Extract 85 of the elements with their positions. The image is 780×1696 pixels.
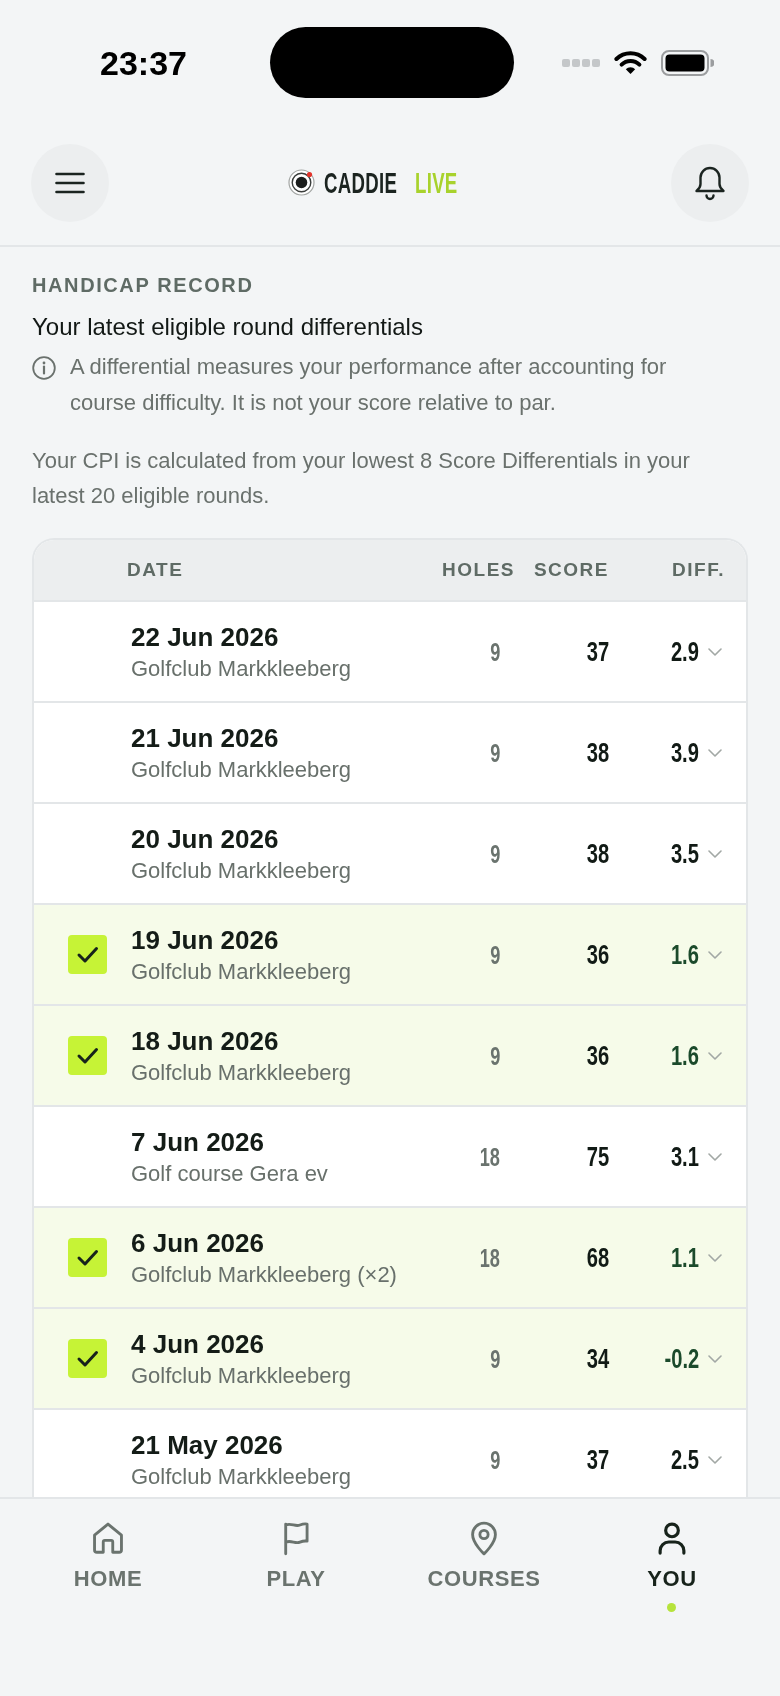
round-date: 21 Jun 2026 bbox=[131, 722, 279, 754]
differential-value: 1.1 bbox=[670, 1240, 699, 1275]
course-name: Golfclub Markkleeberg bbox=[131, 1463, 352, 1490]
info-icon bbox=[32, 356, 56, 380]
chevron-down-icon bbox=[708, 950, 722, 959]
score-value: 68 bbox=[586, 1240, 609, 1275]
holes-count: 18 bbox=[479, 1241, 500, 1275]
differential-value: 3.1 bbox=[670, 1139, 699, 1174]
round-date: 18 Jun 2026 bbox=[131, 1025, 279, 1057]
tab-bar-item[interactable]: YOU bbox=[639, 1499, 705, 1616]
section-label: HANDICAP RECORD bbox=[32, 273, 255, 297]
course-name: Golfclub Markkleeberg bbox=[131, 1059, 352, 1086]
score-value: 38 bbox=[586, 836, 609, 871]
checkbox[interactable] bbox=[68, 1339, 107, 1378]
signal-icon bbox=[562, 59, 600, 67]
score-value: 34 bbox=[586, 1341, 609, 1376]
holes-count: 9 bbox=[489, 938, 500, 972]
chevron-down-icon bbox=[708, 1051, 722, 1060]
tab-bar-item[interactable]: PLAY bbox=[258, 1499, 334, 1596]
holes-count: 9 bbox=[489, 635, 500, 669]
description-text: Your CPI is calculated from your lowest 8 Score Differentials in your latest 20 eligible rounds. bbox=[32, 447, 691, 510]
tab-bar-item[interactable]: HOME bbox=[65, 1499, 151, 1596]
holes-count: 9 bbox=[489, 1443, 500, 1477]
checkbox[interactable] bbox=[68, 1036, 107, 1075]
course-name: Golfclub Markkleeberg bbox=[131, 857, 352, 884]
column-header: HOLES bbox=[442, 558, 515, 582]
differential-value: 1.6 bbox=[670, 1038, 699, 1073]
holes-count: 9 bbox=[489, 1039, 500, 1073]
round-row[interactable]: 4 Jun 2026 Golfclub Markkleeberg 9 34 -0.2 bbox=[34, 1309, 746, 1410]
section-title: Your latest eligible round differentials bbox=[32, 313, 424, 341]
wifi-icon bbox=[614, 51, 647, 75]
round-date: 7 Jun 2026 bbox=[131, 1126, 264, 1158]
logo-icon bbox=[288, 169, 316, 196]
chevron-down-icon bbox=[708, 1354, 722, 1363]
bell-icon bbox=[694, 164, 726, 201]
course-name: Golfclub Markkleeberg bbox=[131, 655, 352, 682]
round-row[interactable]: 19 Jun 2026 Golfclub Markkleeberg 9 36 1.6 bbox=[34, 905, 746, 1006]
battery-icon bbox=[661, 50, 714, 76]
chevron-down-icon bbox=[708, 1253, 722, 1262]
course-name: Golfclub Markkleeberg bbox=[131, 1362, 352, 1389]
score-value: 36 bbox=[586, 1038, 609, 1073]
info-text: A differential measures your performance after accounting for course difficulty. It is not your score relative to par. bbox=[70, 353, 668, 417]
round-row[interactable]: 18 Jun 2026 Golfclub Markkleeberg 9 36 1.6 bbox=[34, 1006, 746, 1107]
course-name: Golfclub Markkleeberg (×2) bbox=[131, 1261, 397, 1288]
round-date: 22 Jun 2026 bbox=[131, 621, 279, 653]
course-name: Golfclub Markkleeberg bbox=[131, 756, 352, 783]
column-header: SCORE bbox=[533, 558, 609, 582]
holes-count: 18 bbox=[479, 1140, 500, 1174]
differential-value: 3.9 bbox=[670, 735, 699, 770]
brand-tag: LIVE bbox=[415, 165, 458, 200]
round-row[interactable]: 6 Jun 2026 Golfclub Markkleeberg (×2) 18 68 1.1 bbox=[34, 1208, 746, 1309]
clock-time: 23:37 bbox=[100, 43, 187, 83]
column-header: DIFF. bbox=[672, 558, 725, 582]
chevron-down-icon bbox=[708, 1152, 722, 1161]
round-date: 21 May 2026 bbox=[131, 1429, 283, 1461]
chevron-down-icon bbox=[708, 849, 722, 858]
round-date: 20 Jun 2026 bbox=[131, 823, 279, 855]
chevron-down-icon bbox=[708, 647, 722, 656]
differential-value: 1.6 bbox=[670, 937, 699, 972]
differential-value: 2.9 bbox=[670, 634, 699, 669]
indicator-dot-icon bbox=[667, 1603, 677, 1612]
holes-count: 9 bbox=[489, 1342, 500, 1376]
course-name: Golf course Gera ev bbox=[131, 1160, 328, 1187]
score-value: 37 bbox=[586, 634, 609, 669]
brand-name: CADDIE bbox=[324, 165, 398, 200]
score-value: 38 bbox=[586, 735, 609, 770]
round-date: 19 Jun 2026 bbox=[131, 924, 279, 956]
round-date: 6 Jun 2026 bbox=[131, 1227, 264, 1259]
differential-value: -0.2 bbox=[664, 1341, 699, 1376]
score-value: 36 bbox=[586, 937, 609, 972]
round-date: 4 Jun 2026 bbox=[131, 1328, 264, 1360]
checkbox[interactable] bbox=[68, 935, 107, 974]
chevron-down-icon bbox=[708, 1455, 722, 1464]
score-value: 37 bbox=[586, 1442, 609, 1477]
tab-bar-item[interactable]: COURSES bbox=[419, 1499, 549, 1596]
course-name: Golfclub Markkleeberg bbox=[131, 958, 352, 985]
menu-icon bbox=[55, 171, 85, 194]
differential-value: 2.5 bbox=[670, 1442, 699, 1477]
holes-count: 9 bbox=[489, 736, 500, 770]
chevron-down-icon bbox=[708, 748, 722, 757]
differential-value: 3.5 bbox=[670, 836, 699, 871]
checkbox[interactable] bbox=[68, 1238, 107, 1277]
holes-count: 9 bbox=[489, 837, 500, 871]
score-value: 75 bbox=[586, 1139, 609, 1174]
column-header: DATE bbox=[127, 558, 184, 582]
